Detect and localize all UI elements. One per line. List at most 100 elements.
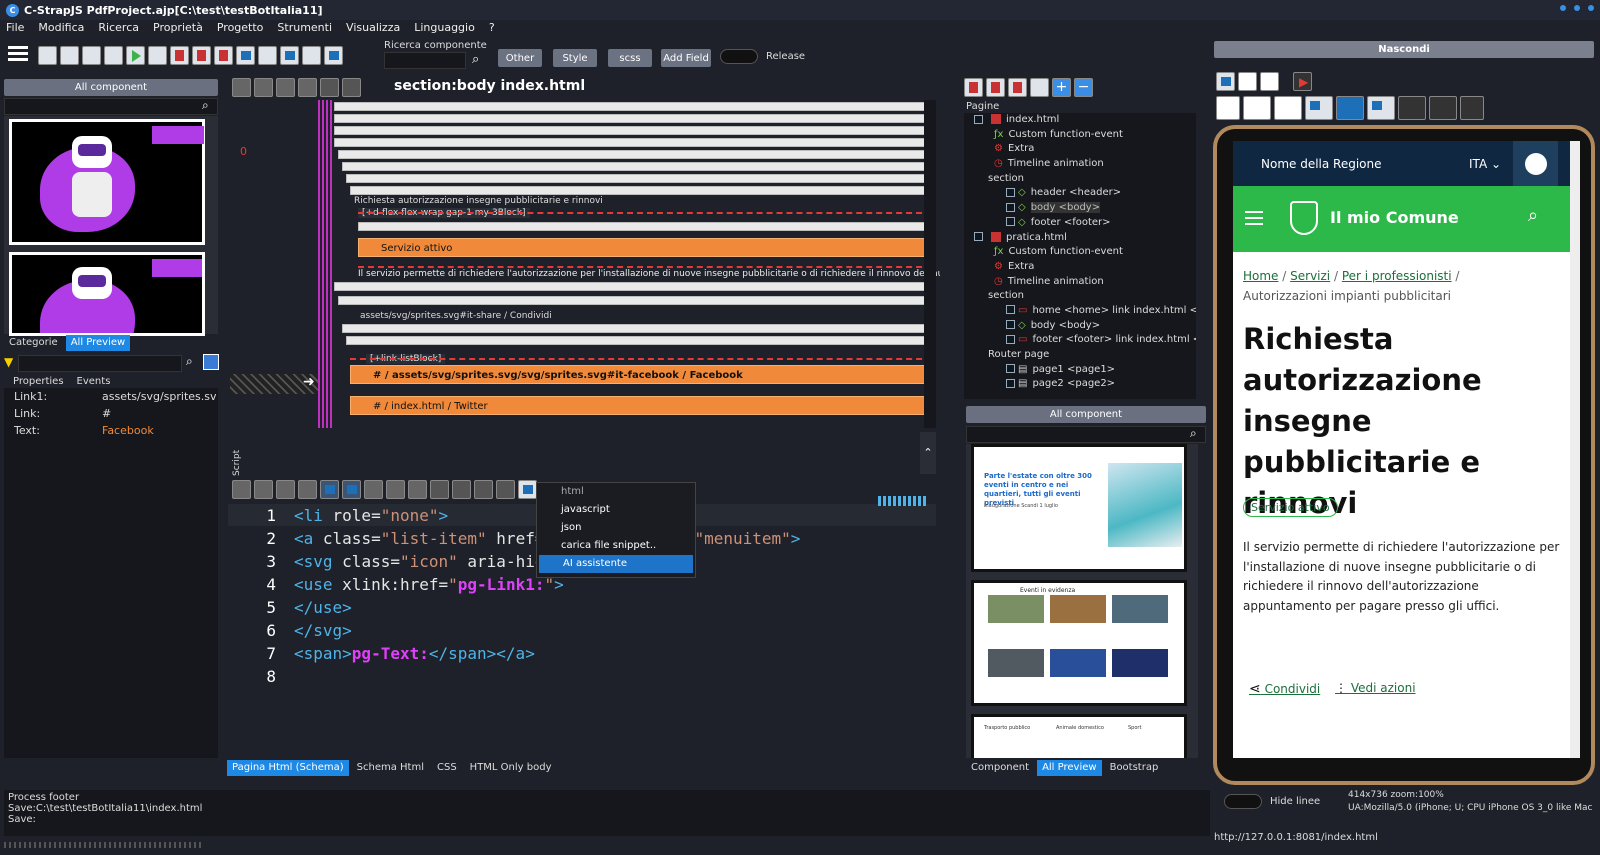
prop-value-link[interactable]: # [102,407,111,420]
ed-paste-icon[interactable] [298,479,317,499]
ed-snippet-icon[interactable] [518,479,537,499]
preview-url[interactable]: http://127.0.0.1:8081/index.html [1214,832,1378,843]
redo-icon[interactable] [342,77,361,97]
chrome-icon[interactable] [148,45,167,65]
share-link[interactable]: ⋖ Condividi [1249,681,1320,697]
schema-row-servizio[interactable]: Servizio attivo [358,238,932,257]
style-button[interactable]: Style [553,49,597,67]
add-page-icon[interactable]: + [1052,77,1071,97]
device-square-icon[interactable] [1238,71,1257,91]
ed-cut-icon[interactable] [276,479,295,499]
schema-canvas[interactable]: Richiesta autorizzazione insegne pubblic… [318,100,940,428]
collapse-icon[interactable]: ⌃ [920,432,936,474]
tab-all-preview[interactable]: All Preview [65,335,131,351]
menu-strumenti[interactable]: Strumenti [277,21,332,39]
tree-page2[interactable]: ▤ page2 <page2> [964,377,1196,392]
tab-right-all-preview[interactable]: All Preview [1037,760,1102,776]
ed-replace-icon[interactable] [408,479,427,499]
filter-icon[interactable]: ▼ [4,355,13,369]
user-avatar-icon[interactable] [1513,141,1558,186]
hide-lines-toggle[interactable] [1224,794,1262,809]
new-file-icon[interactable] [38,45,57,65]
menu-icon[interactable] [1245,211,1263,225]
pages-tree[interactable]: index.html ƒx Custom function-event ⚙ Extr… [964,113,1196,399]
ed-wrap-icon[interactable] [430,479,449,499]
tree-home[interactable]: ▭home <home> link index.html <heade [964,304,1196,319]
image-icon[interactable] [236,45,255,65]
tab-html-only-body[interactable]: HTML Only body [465,760,557,776]
arrow-right-icon[interactable]: ➜ [303,374,315,390]
tree-page1[interactable]: ▤ page1 <page1> [964,363,1196,378]
component-icon[interactable] [324,45,343,65]
filter-input[interactable] [18,355,182,372]
add-field-button[interactable]: Add Field [661,49,711,67]
code-minimap[interactable] [878,496,926,506]
copy-icon[interactable] [298,77,317,97]
ed-goto-icon[interactable] [496,479,515,499]
search-component-input[interactable] [384,52,466,69]
schema-row-desc[interactable]: Il servizio permette di richiedere l'aut… [358,269,940,279]
bc-home[interactable]: Home [1243,269,1278,283]
page-pdf-icon[interactable] [964,77,983,97]
left-search-icon[interactable]: ⌕ [202,98,209,113]
ed-copy-icon[interactable] [254,479,273,499]
right-search-icon[interactable]: ⌕ [1190,426,1197,441]
open-folder-icon[interactable] [60,45,79,65]
popup-item-javascript[interactable]: javascript [537,501,695,519]
popup-item-html[interactable]: html [537,483,695,501]
search-icon[interactable]: ⌕ [472,52,479,67]
tab-schema-html[interactable]: Schema Html [352,760,429,776]
page-pdf3-icon[interactable] [1008,77,1027,97]
pdf-settings-icon[interactable] [214,45,233,65]
robot-thumbnail[interactable] [9,119,205,245]
pdf-export-icon[interactable] [192,45,211,65]
tree-section[interactable]: section [964,172,1196,187]
popup-item-ai-assistente[interactable]: AI assistente [539,555,693,573]
ed-save-icon[interactable] [232,479,251,499]
hamburger-icon[interactable] [8,46,28,62]
ed-redo-icon[interactable] [342,479,361,499]
ed-frame-icon[interactable] [452,479,471,499]
ed-undo-icon[interactable] [320,479,339,499]
log-panel[interactable]: Process footer Save:C:\test\testBotItali… [4,790,1210,836]
tree-extra[interactable]: ⚙ Extra [964,142,1196,157]
left-search-input[interactable] [4,98,218,115]
window-controls[interactable] [1560,5,1594,11]
menu-linguaggio[interactable]: Linguaggio [414,21,475,39]
maximize-icon[interactable] [1574,5,1580,11]
filter-search-icon[interactable]: ⌕ [186,354,193,369]
region-name[interactable]: Nome della Regione [1261,157,1382,171]
tree-router[interactable]: Router page [964,348,1196,363]
menu-progetto[interactable]: Progetto [217,21,264,39]
scss-button[interactable]: scss [608,49,652,67]
template-thumb-services[interactable]: Trasporto pubblico Animale domestico Spo… [971,714,1187,758]
schema-scrollbar[interactable] [924,100,936,428]
layout-icon[interactable] [1336,96,1364,120]
tree-body[interactable]: ◇ body <body> [964,201,1196,216]
tree-section-2[interactable]: section [964,289,1196,304]
save-as-icon[interactable] [104,45,123,65]
schema-row-twitter[interactable]: # / index.html / Twitter [350,396,932,415]
device-multi-icon[interactable] [1216,71,1235,91]
remove-page-icon[interactable]: − [1074,77,1093,97]
menu-modifica[interactable]: Modifica [38,21,84,39]
template-thumb-news[interactable]: Parte l'estate con oltre 300 eventi in c… [971,444,1187,572]
pick-icon[interactable] [203,354,219,370]
device-phone-icon[interactable] [1260,71,1279,91]
tablet-icon[interactable] [1243,96,1271,120]
script-label[interactable]: Script [232,434,242,476]
popup-item-snippet[interactable]: carica file snippet.. [537,537,695,555]
save-icon[interactable] [82,45,101,65]
browser-icon[interactable] [302,45,321,65]
paste-icon[interactable] [276,77,295,97]
tree-custom-fn-2[interactable]: ƒx Custom function-event [964,245,1196,260]
bc-servizi[interactable]: Servizi [1290,269,1330,283]
ed-format-icon[interactable] [474,479,493,499]
script-icon[interactable] [232,77,251,97]
right-all-component-header[interactable]: All component [966,406,1206,423]
release-toggle[interactable] [720,49,758,64]
all-component-header[interactable]: All component [4,79,218,96]
close-icon[interactable] [1588,5,1594,11]
page-pdf2-icon[interactable] [986,77,1005,97]
gallery-icon[interactable] [280,45,299,65]
